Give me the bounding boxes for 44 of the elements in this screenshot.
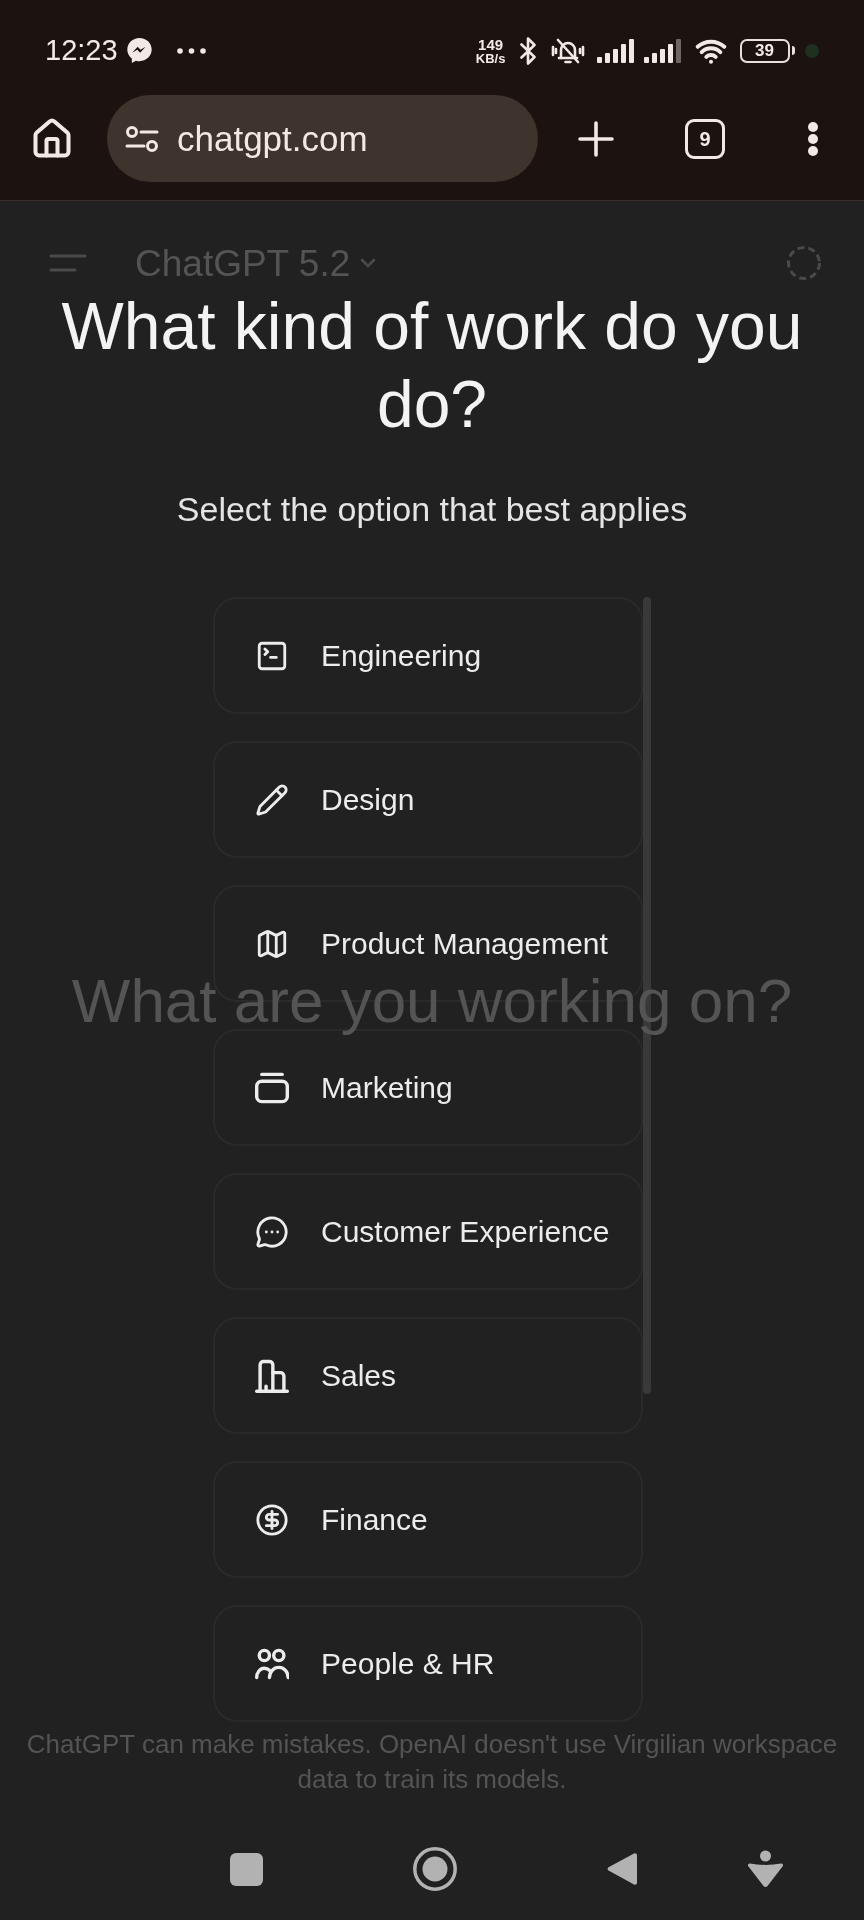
- card-stack-icon: [255, 1070, 289, 1105]
- tab-switcher-button[interactable]: 9: [685, 118, 725, 159]
- recents-button[interactable]: [230, 1852, 263, 1886]
- dashed-circle-icon: [786, 245, 822, 281]
- option-card[interactable]: Sales: [213, 1317, 643, 1434]
- network-speed-value: 149: [478, 36, 504, 52]
- signal-bars-icon: [596, 38, 634, 63]
- messenger-icon: [126, 38, 152, 63]
- ring-dot-icon: [413, 1847, 457, 1891]
- new-tab-button[interactable]: [578, 120, 614, 157]
- chat-bubble-icon: [255, 1214, 289, 1249]
- chevron-down-icon: [360, 258, 377, 268]
- dollar-icon: [255, 1502, 289, 1537]
- option-card[interactable]: People & HR: [213, 1605, 643, 1722]
- menu-icon: [49, 254, 87, 272]
- address-bar[interactable]: chatgpt.com: [107, 95, 538, 182]
- triangle-left-icon: [607, 1851, 637, 1887]
- home-button[interactable]: [30, 116, 74, 161]
- house-icon: [30, 116, 74, 161]
- battery-indicator: 39: [739, 38, 795, 63]
- plus-icon: [578, 120, 614, 157]
- option-card[interactable]: Customer Experience: [213, 1173, 643, 1290]
- menu-button[interactable]: [807, 120, 819, 157]
- tune-icon: [125, 124, 159, 153]
- buildings-icon: [255, 1358, 289, 1393]
- network-speed-unit: KB/s: [475, 51, 506, 65]
- option-card[interactable]: Finance: [213, 1461, 643, 1578]
- people-icon: [255, 1646, 289, 1681]
- privacy-dot-icon: [804, 43, 819, 58]
- back-button[interactable]: [607, 1851, 637, 1887]
- dialog-subtitle: Select the option that best applies: [176, 489, 688, 529]
- bluetooth-icon: [519, 36, 536, 65]
- accessibility-icon: [747, 1850, 784, 1888]
- option-card[interactable]: Design: [213, 741, 643, 858]
- signal-bars-icon: [643, 38, 681, 63]
- more-vertical-icon: [807, 120, 819, 157]
- square-icon: [230, 1852, 263, 1886]
- clock-time: 12:23: [45, 36, 118, 65]
- more-dots-icon: [176, 47, 206, 54]
- home-nav-button[interactable]: [413, 1847, 457, 1891]
- dialog-title: What kind of work do you do?: [60, 288, 804, 443]
- option-card[interactable]: Engineering: [213, 597, 643, 714]
- pencil-icon: [255, 782, 289, 817]
- accessibility-button[interactable]: [747, 1850, 784, 1888]
